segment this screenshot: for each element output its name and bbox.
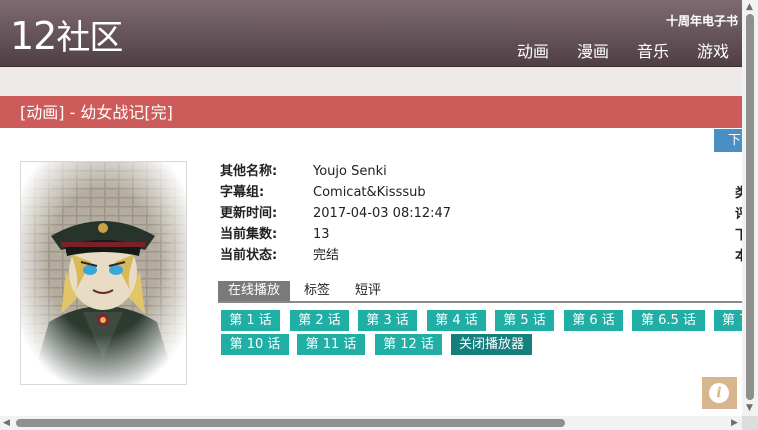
content-tabs: 在线播放 标签 短评: [218, 281, 742, 303]
tab-tags[interactable]: 标签: [304, 281, 330, 301]
site-header: 12社区 十周年电子书 动画 漫画 音乐 游戏: [0, 0, 742, 67]
info-label: 当前集数:: [220, 227, 278, 242]
info-label: 其他名称:: [220, 164, 278, 179]
download-button[interactable]: 下载: [714, 129, 742, 152]
tab-short-reviews[interactable]: 短评: [355, 281, 381, 301]
poster-illustration: [21, 162, 186, 384]
episode-button-12[interactable]: 第 12 话: [375, 334, 442, 355]
logo-number: 12: [10, 14, 57, 58]
nav-manga[interactable]: 漫画: [577, 38, 609, 62]
scroll-down-arrow-icon[interactable]: ▼: [746, 404, 753, 413]
info-value: Youjo Senki: [313, 164, 387, 179]
main-nav: 动画 漫画 音乐 游戏: [517, 38, 729, 62]
nav-anime[interactable]: 动画: [517, 38, 549, 62]
episode-button-1[interactable]: 第 1 话: [221, 310, 280, 331]
site-logo[interactable]: 12社区: [10, 14, 123, 60]
nav-games[interactable]: 游戏: [697, 38, 729, 62]
episode-button-6-5[interactable]: 第 6.5 话: [632, 310, 705, 331]
anniversary-ebook-link[interactable]: 十周年电子书: [666, 12, 738, 29]
episode-button-3[interactable]: 第 3 话: [358, 310, 417, 331]
scroll-left-arrow-icon[interactable]: ◀: [3, 419, 10, 428]
info-button[interactable]: i: [702, 377, 737, 409]
horizontal-scroll-thumb[interactable]: [16, 419, 565, 427]
episode-button-5[interactable]: 第 5 话: [495, 310, 554, 331]
scrollbar-corner: [742, 416, 758, 430]
episode-button-6[interactable]: 第 6 话: [564, 310, 623, 331]
info-value: 13: [313, 227, 330, 242]
tab-online-play[interactable]: 在线播放: [218, 281, 291, 301]
episode-button-7[interactable]: 第 7 话: [714, 310, 742, 331]
episode-button-2[interactable]: 第 2 话: [290, 310, 349, 331]
episode-button-4[interactable]: 第 4 话: [427, 310, 486, 331]
scroll-up-arrow-icon[interactable]: ▲: [746, 3, 753, 12]
info-label: 更新时间:: [220, 206, 278, 221]
logo-text: 社区: [56, 18, 123, 58]
page-title: [动画] - 幼女战记[完]: [0, 96, 742, 128]
close-player-button[interactable]: 关闭播放器: [451, 334, 532, 355]
vertical-scroll-thumb[interactable]: [746, 14, 754, 400]
info-icon: i: [709, 383, 729, 403]
nav-music[interactable]: 音乐: [637, 38, 669, 62]
episode-button-10[interactable]: 第 10 话: [221, 334, 289, 355]
info-label: 字幕组:: [220, 185, 265, 200]
anime-poster: [20, 161, 187, 385]
sub-header-bar: [0, 67, 742, 96]
episode-button-11[interactable]: 第 11 话: [297, 334, 365, 355]
info-label: 当前状态:: [220, 248, 278, 263]
info-value: 完结: [313, 248, 340, 263]
info-value: 2017-04-03 08:12:47: [313, 206, 452, 221]
info-value[interactable]: Comicat&Kisssub: [313, 184, 426, 202]
scroll-right-arrow-icon[interactable]: ▶: [731, 419, 738, 428]
